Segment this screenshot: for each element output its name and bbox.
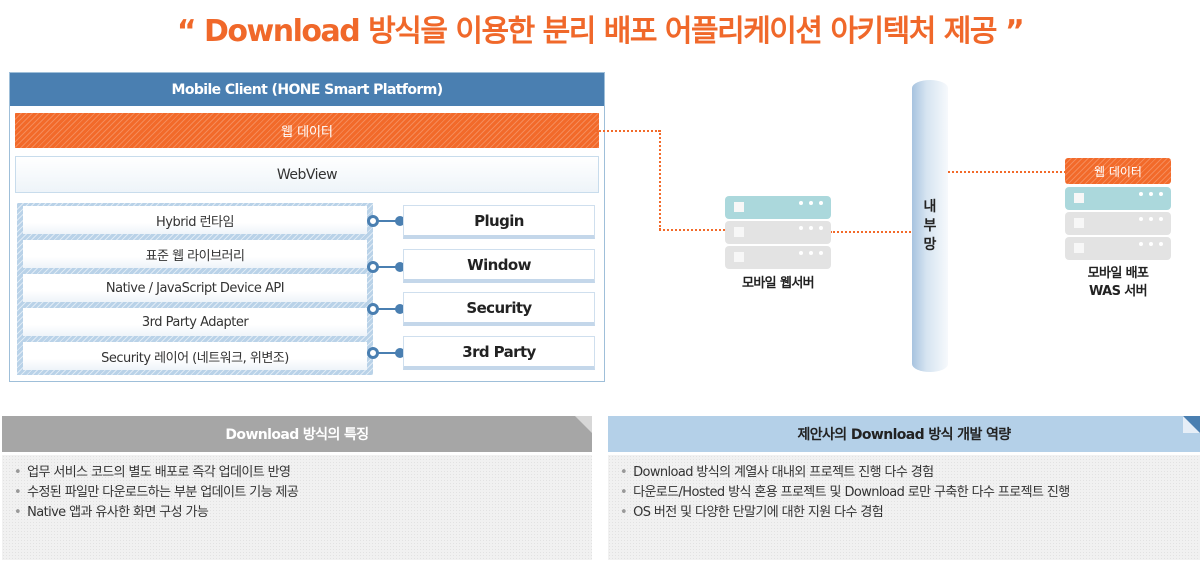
layer-standard-web-library: 표준 웹 라이브러리 <box>23 240 367 268</box>
layer-security: Security 레이어 (네트워크, 위변조) <box>23 342 367 370</box>
connection-line <box>659 130 661 230</box>
mobile-client-frame: Mobile Client (HONE Smart Platform) 웹 데이… <box>9 72 605 382</box>
mobile-client-header: Mobile Client (HONE Smart Platform) <box>10 73 604 106</box>
list-item: 다운로드/Hosted 방식 혼용 프로젝트 및 Download 로만 구축한… <box>620 483 1188 503</box>
features-panel-header: Download 방식의 특징 <box>2 416 592 452</box>
corner-fold-icon <box>1183 416 1200 433</box>
plugin-connector-icon <box>367 215 407 227</box>
list-item: Download 방식의 계열사 대내외 프로젝트 진행 다수 경험 <box>620 463 1188 483</box>
capabilities-panel-header: 제안사의 Download 방식 개발 역량 <box>608 416 1200 452</box>
layer-device-api: Native / JavaScript Device API <box>23 274 367 302</box>
was-web-data-badge: 웹 데이터 <box>1065 158 1171 184</box>
3rd-party-connector-icon <box>367 347 407 359</box>
list-item: OS 버전 및 다양한 단말기에 대한 지원 다수 경험 <box>620 503 1188 523</box>
page-title: “ Download 방식을 이용한 분리 배포 어플리케이션 아키텍처 제공 … <box>176 14 1025 49</box>
web-data-bar: 웹 데이터 <box>15 113 599 148</box>
features-panel-title: Download 방식의 특징 <box>225 427 369 443</box>
was-server-icon <box>1065 187 1171 262</box>
mobile-web-server-icon <box>725 196 831 271</box>
corner-fold-icon <box>575 416 592 433</box>
list-item: 업무 서비스 코드의 별도 배포로 즉각 업데이트 반영 <box>14 463 580 483</box>
internal-network-label: 내 부 망 <box>923 199 937 253</box>
was-server-label: 모바일 배포 WAS 서버 <box>1087 266 1149 299</box>
window-connector-icon <box>367 261 407 273</box>
connection-line <box>830 231 914 233</box>
layer-3rd-party-adapter: 3rd Party Adapter <box>23 308 367 336</box>
connection-line <box>948 171 1066 173</box>
webview-layer: WebView <box>15 156 599 193</box>
security-connector-icon <box>367 303 407 315</box>
connection-line <box>596 130 660 132</box>
module-3rd-party: 3rd Party <box>403 336 595 370</box>
runtime-stack: Hybrid 런타임 표준 웹 라이브러리 Native / JavaScrip… <box>17 203 373 375</box>
module-plugin: Plugin <box>403 205 595 239</box>
list-item: 수정된 파일만 다운로드하는 부분 업데이트 기능 제공 <box>14 483 580 503</box>
layer-hybrid-runtime: Hybrid 런타임 <box>23 206 367 234</box>
capabilities-list: Download 방식의 계열사 대내외 프로젝트 진행 다수 경험 다운로드/… <box>608 455 1200 560</box>
mobile-web-server-label: 모바일 웹서버 <box>741 276 815 291</box>
module-security: Security <box>403 292 595 326</box>
module-window: Window <box>403 249 595 283</box>
features-list: 업무 서비스 코드의 별도 배포로 즉각 업데이트 반영 수정된 파일만 다운로… <box>2 455 592 560</box>
capabilities-panel-title: 제안사의 Download 방식 개발 역량 <box>797 427 1011 443</box>
connection-line <box>659 229 725 231</box>
list-item: Native 앱과 유사한 화면 구성 가능 <box>14 503 580 523</box>
